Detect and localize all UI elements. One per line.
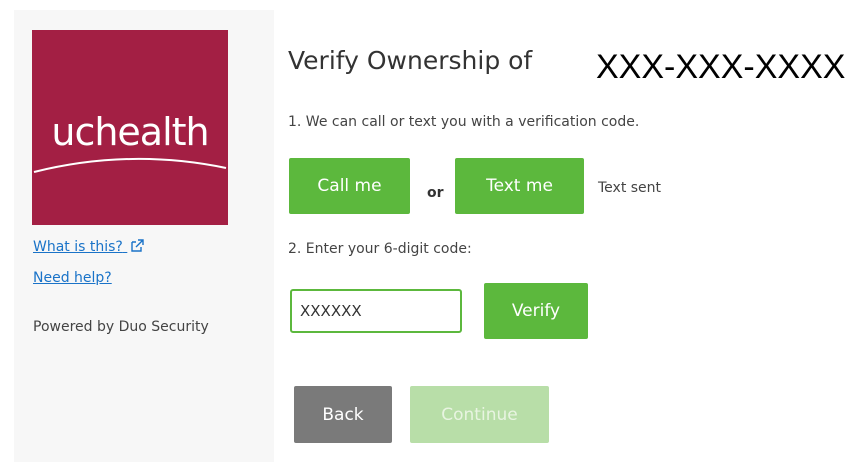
step1-instruction: 1. We can call or text you with a verifi… bbox=[288, 114, 640, 130]
duo-frame: uchealth What is this? Need help? Powere… bbox=[14, 10, 852, 462]
or-separator: or bbox=[427, 185, 444, 201]
powered-by-text: Powered by Duo Security bbox=[33, 319, 209, 335]
page-title: Verify Ownership of bbox=[288, 46, 533, 75]
external-link-icon bbox=[131, 239, 145, 252]
continue-button[interactable]: Continue bbox=[410, 386, 549, 443]
uchealth-logo: uchealth bbox=[32, 30, 228, 225]
logo-text: uchealth bbox=[51, 110, 209, 154]
step2-instruction: 2. Enter your 6-digit code: bbox=[288, 241, 472, 257]
call-me-button[interactable]: Call me bbox=[289, 158, 410, 214]
need-help-link[interactable]: Need help? bbox=[33, 270, 112, 286]
text-me-button[interactable]: Text me bbox=[455, 158, 584, 214]
status-text: Text sent bbox=[598, 180, 662, 196]
code-input[interactable] bbox=[290, 289, 462, 333]
what-is-this-label: What is this? bbox=[33, 239, 123, 255]
what-is-this-link[interactable]: What is this? bbox=[33, 239, 145, 255]
sidebar: uchealth What is this? Need help? Powere… bbox=[14, 10, 274, 462]
main-panel: Verify Ownership of XXX-XXX-XXXX 1. We c… bbox=[274, 10, 852, 462]
logo-arc-icon bbox=[33, 157, 227, 173]
masked-phone-number: XXX-XXX-XXXX bbox=[596, 48, 846, 86]
verify-button[interactable]: Verify bbox=[484, 283, 588, 339]
back-button[interactable]: Back bbox=[294, 386, 392, 443]
